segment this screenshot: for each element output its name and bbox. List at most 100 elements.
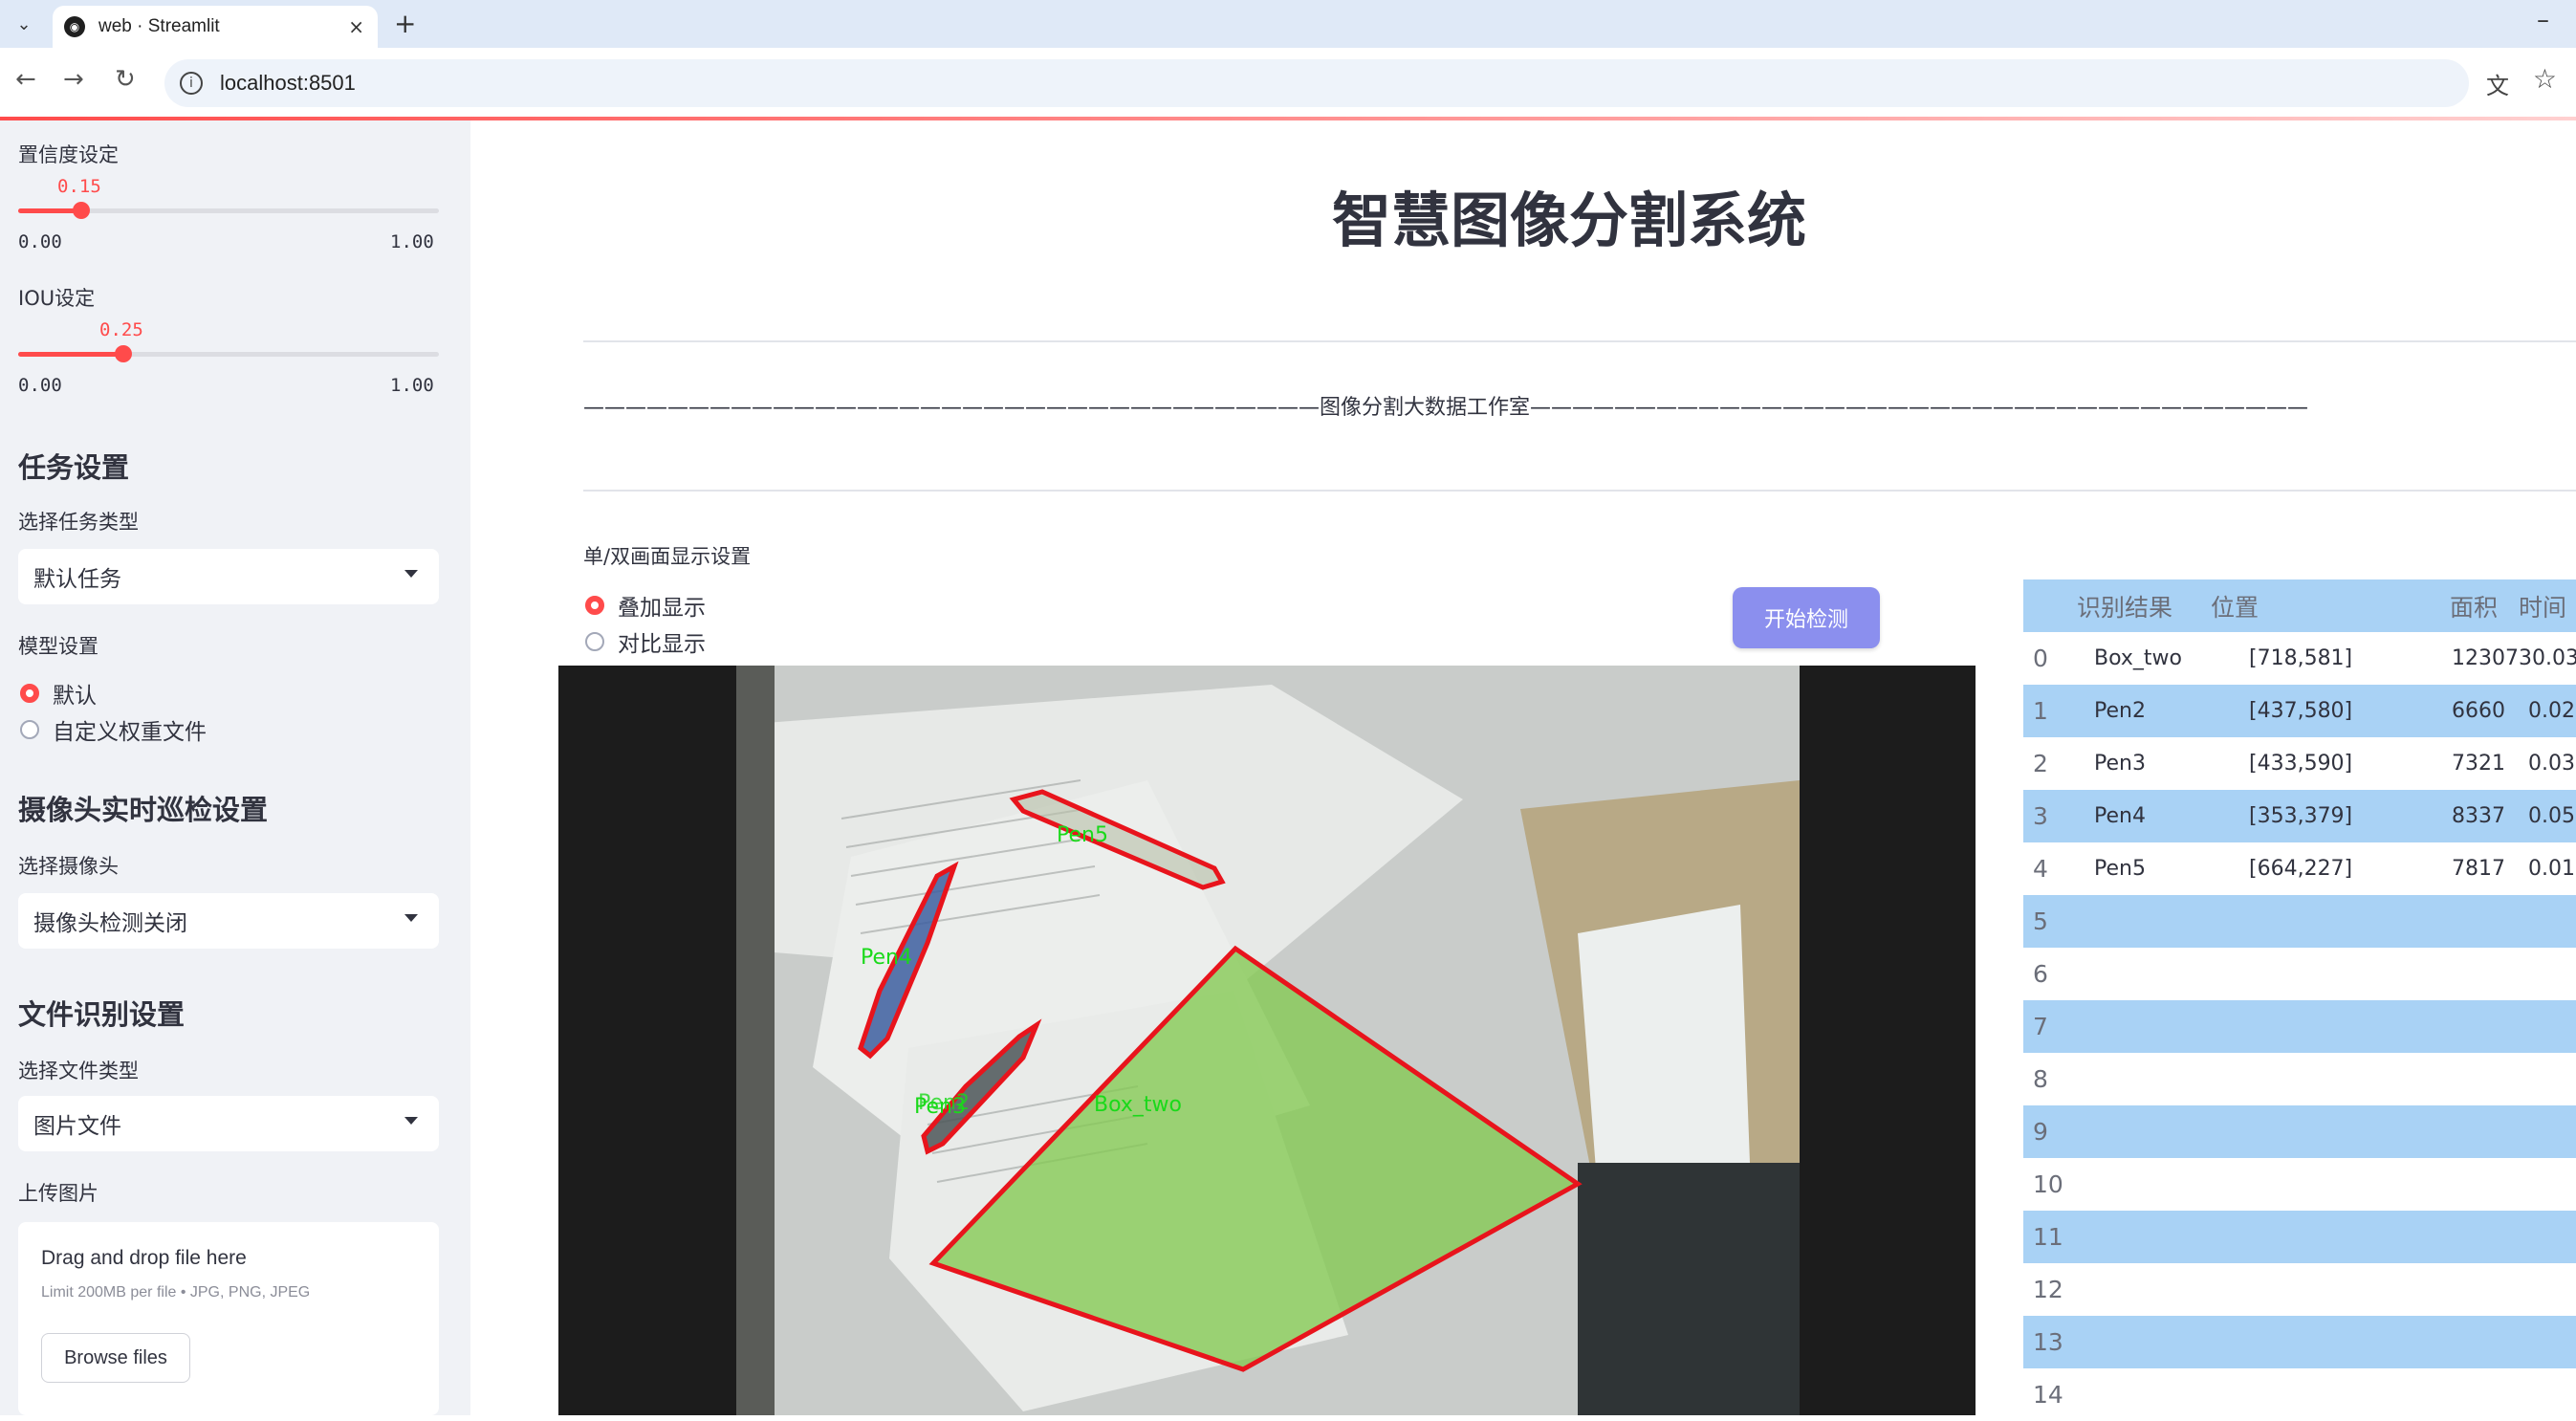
table-header-area: 面积 bbox=[2450, 593, 2499, 622]
table-row[interactable]: 9 bbox=[2023, 1105, 2576, 1158]
radio-selected-icon[interactable] bbox=[20, 684, 39, 703]
start-detection-button[interactable]: 开始检测 bbox=[1733, 587, 1880, 648]
browser-tab-bar: ⌄ ◉ web · Streamlit × + – bbox=[0, 0, 2576, 48]
task-type-select[interactable]: 默认任务 bbox=[18, 549, 439, 604]
display-option-overlay[interactable]: 叠加显示 bbox=[585, 589, 706, 622]
minimize-window-button[interactable]: – bbox=[2537, 6, 2549, 34]
new-tab-button[interactable]: + bbox=[394, 8, 416, 39]
site-info-icon[interactable]: i bbox=[180, 72, 203, 95]
file-type-select[interactable]: 图片文件 bbox=[18, 1096, 439, 1151]
back-arrow-icon[interactable]: ← bbox=[15, 65, 36, 94]
model-option-default[interactable]: 默认 bbox=[20, 677, 97, 710]
display-option-compare[interactable]: 对比显示 bbox=[585, 625, 706, 658]
table-row[interactable]: 2 Pen3 [433,590] 7321 0.03 bbox=[2023, 737, 2576, 790]
segmented-photo: Pen5 Pen4 Pen3 Pen2 Box_two bbox=[736, 666, 1800, 1415]
table-row[interactable]: 13 bbox=[2023, 1316, 2576, 1368]
row-index: 5 bbox=[2033, 907, 2048, 935]
browse-files-button[interactable]: Browse files bbox=[41, 1333, 190, 1383]
display-option-label: 叠加显示 bbox=[618, 596, 706, 621]
row-result: Pen3 bbox=[2094, 752, 2146, 776]
row-index: 13 bbox=[2033, 1328, 2063, 1356]
confidence-label: 置信度设定 bbox=[18, 143, 119, 166]
table-row[interactable]: 8 bbox=[2023, 1053, 2576, 1105]
task-type-value: 默认任务 bbox=[33, 567, 121, 592]
display-option-label: 对比显示 bbox=[618, 632, 706, 657]
row-index: 0 bbox=[2033, 645, 2048, 672]
file-settings-heading: 文件识别设置 bbox=[18, 998, 186, 1031]
display-mode-label: 单/双画面显示设置 bbox=[583, 545, 752, 568]
table-row[interactable]: 6 bbox=[2023, 948, 2576, 1000]
table-row[interactable]: 14 bbox=[2023, 1368, 2576, 1421]
row-result: Box_two bbox=[2094, 646, 2182, 670]
row-result: Pen2 bbox=[2094, 699, 2146, 723]
row-index: 6 bbox=[2033, 960, 2048, 988]
table-row[interactable]: 7 bbox=[2023, 1000, 2576, 1053]
radio-unselected-icon[interactable] bbox=[585, 632, 604, 651]
model-option-label: 默认 bbox=[53, 684, 97, 709]
row-index: 3 bbox=[2033, 802, 2048, 830]
row-time: 0.01 bbox=[2528, 857, 2575, 881]
row-area: 1230730.03 bbox=[2452, 646, 2576, 670]
table-row[interactable]: 11 bbox=[2023, 1211, 2576, 1263]
translate-icon[interactable]: 文 bbox=[2486, 67, 2509, 100]
table-header-row: 识别结果 位置 面积 时间 bbox=[2023, 579, 2576, 632]
table-row[interactable]: 4 Pen5 [664,227] 7817 0.01 bbox=[2023, 842, 2576, 895]
row-index: 2 bbox=[2033, 750, 2048, 777]
row-position: [353,379] bbox=[2249, 804, 2353, 828]
label-pen4: Pen4 bbox=[861, 946, 912, 970]
task-settings-heading: 任务设置 bbox=[18, 451, 130, 484]
iou-label: IOU设定 bbox=[18, 287, 96, 310]
forward-arrow-icon[interactable]: → bbox=[63, 65, 84, 94]
camera-select-value: 摄像头检测关闭 bbox=[33, 911, 187, 936]
table-row[interactable]: 0 Box_two [718,581] 1230730.03 bbox=[2023, 632, 2576, 685]
camera-select[interactable]: 摄像头检测关闭 bbox=[18, 893, 439, 949]
radio-unselected-icon[interactable] bbox=[20, 720, 39, 739]
label-box-two: Box_two bbox=[1094, 1093, 1182, 1117]
url-text[interactable]: localhost:8501 bbox=[220, 71, 356, 96]
confidence-slider[interactable] bbox=[18, 202, 439, 219]
file-type-value: 图片文件 bbox=[33, 1114, 121, 1139]
model-option-custom[interactable]: 自定义权重文件 bbox=[20, 713, 207, 746]
page-title: 智慧图像分割系统 bbox=[1332, 186, 1807, 255]
dropzone-instructions: Drag and drop file here bbox=[41, 1247, 247, 1269]
dropzone-limits: Limit 200MB per file • JPG, PNG, JPEG bbox=[41, 1284, 311, 1301]
browser-tab[interactable]: ◉ web · Streamlit × bbox=[53, 6, 378, 48]
confidence-value: 0.15 bbox=[57, 176, 101, 197]
iou-value: 0.25 bbox=[99, 319, 143, 340]
row-area: 7321 bbox=[2452, 752, 2505, 776]
divider bbox=[583, 340, 2576, 342]
iou-slider[interactable] bbox=[18, 345, 439, 362]
divider bbox=[583, 490, 2576, 492]
address-bar: ← → ↻ i localhost:8501 文 ☆ bbox=[0, 48, 2576, 117]
row-index: 7 bbox=[2033, 1013, 2048, 1040]
table-row[interactable]: 1 Pen2 [437,580] 6660 0.02 bbox=[2023, 685, 2576, 737]
reload-icon[interactable]: ↻ bbox=[115, 65, 136, 94]
tab-close-icon[interactable]: × bbox=[348, 15, 364, 38]
radio-selected-icon[interactable] bbox=[585, 596, 604, 615]
row-area: 7817 bbox=[2452, 857, 2505, 881]
chevron-down-icon bbox=[404, 914, 418, 922]
result-image-viewer: Pen5 Pen4 Pen3 Pen2 Box_two bbox=[558, 666, 1976, 1415]
camera-select-label: 选择摄像头 bbox=[18, 855, 119, 878]
table-header-time: 时间 bbox=[2519, 593, 2567, 622]
row-time: 0.05 bbox=[2528, 804, 2575, 828]
row-result: Pen5 bbox=[2094, 857, 2146, 881]
file-type-label: 选择文件类型 bbox=[18, 1060, 139, 1082]
upload-label: 上传图片 bbox=[18, 1182, 98, 1205]
row-position: [433,590] bbox=[2249, 752, 2353, 776]
photo-scene: Pen5 Pen4 Pen3 Pen2 Box_two bbox=[736, 666, 1800, 1415]
table-row[interactable]: 12 bbox=[2023, 1263, 2576, 1316]
row-time: 0.02 bbox=[2528, 699, 2575, 723]
table-row[interactable]: 10 bbox=[2023, 1158, 2576, 1211]
table-row[interactable]: 3 Pen4 [353,379] 8337 0.05 bbox=[2023, 790, 2576, 842]
iou-slider-thumb[interactable] bbox=[115, 345, 132, 362]
row-position: [437,580] bbox=[2249, 699, 2353, 723]
row-time: 0.03 bbox=[2528, 752, 2575, 776]
bookmark-star-icon[interactable]: ☆ bbox=[2533, 63, 2557, 95]
confidence-slider-thumb[interactable] bbox=[73, 202, 90, 219]
url-field[interactable]: i localhost:8501 bbox=[164, 59, 2469, 107]
table-row[interactable]: 5 bbox=[2023, 895, 2576, 948]
tab-search-chevron-icon[interactable]: ⌄ bbox=[10, 10, 38, 38]
file-dropzone[interactable]: Drag and drop file here Limit 200MB per … bbox=[18, 1222, 439, 1415]
label-pen5: Pen5 bbox=[1057, 823, 1108, 847]
